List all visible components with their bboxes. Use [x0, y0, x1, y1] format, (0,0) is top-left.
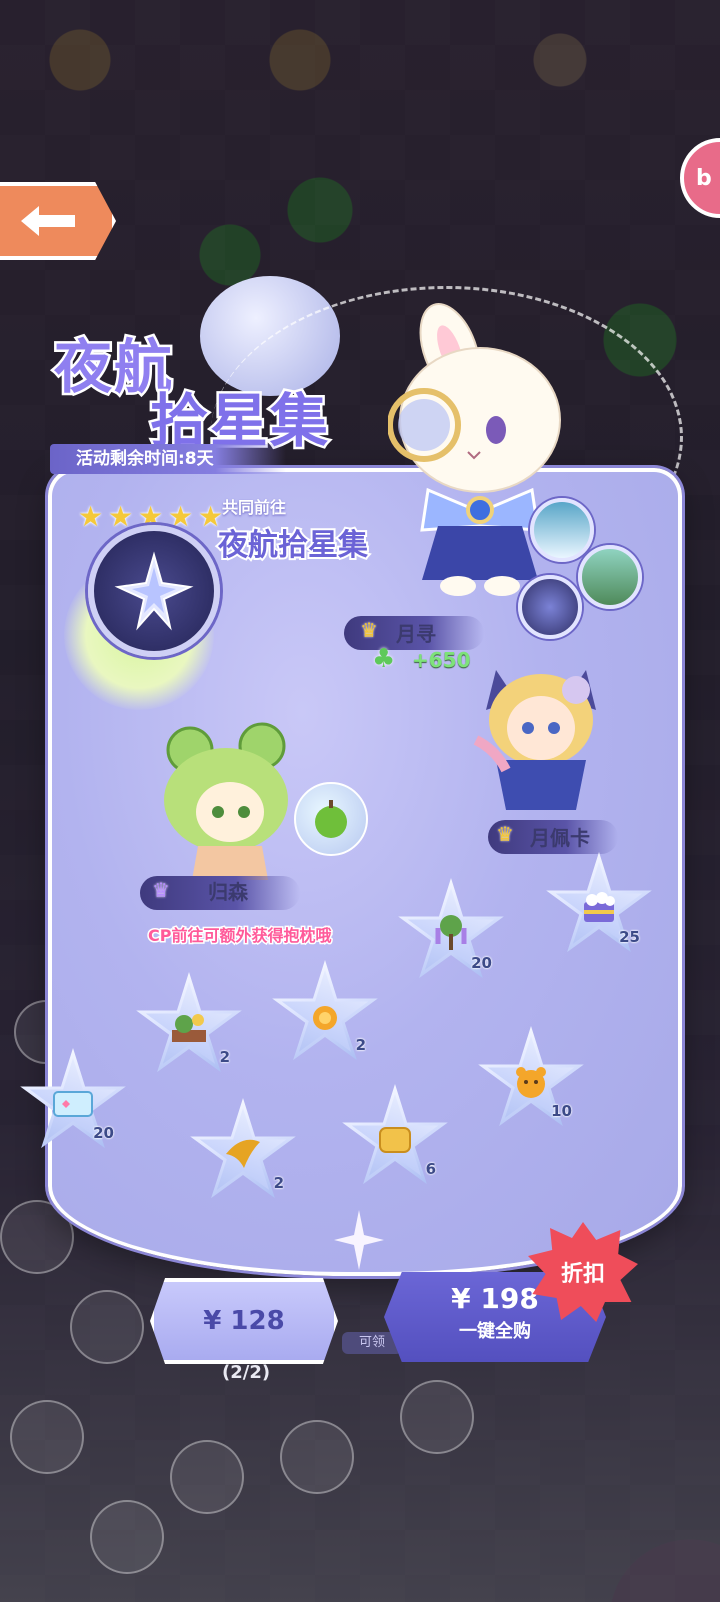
hill-scene-icon[interactable]: [578, 545, 642, 609]
bubble: [70, 1290, 144, 1364]
clover-icon: ♣: [372, 644, 396, 674]
wisteria-tree-icon: [435, 915, 467, 950]
crystal-star-icon: [114, 551, 194, 631]
bubble: [170, 1440, 244, 1514]
crown-icon: ♛: [152, 878, 170, 902]
cp-bonus-note: CP前往可额外获得抱枕哦: [146, 925, 332, 947]
reward-quantity: 2: [219, 1048, 230, 1066]
reward-orange-bear[interactable]: 10: [476, 1026, 586, 1136]
crown-icon: ♛: [360, 618, 378, 642]
green-apple-icon: [315, 800, 347, 838]
single-price: ¥ 128: [203, 1306, 285, 1336]
back-button[interactable]: [0, 182, 116, 260]
crown-icon: ♛: [496, 822, 514, 846]
discount-label: 折扣: [560, 1262, 605, 1287]
golden-bird-icon: [226, 1139, 260, 1168]
star-icon: ★: [108, 500, 134, 533]
bunny-character: [388, 303, 561, 596]
reward-bread-block[interactable]: 6: [340, 1084, 450, 1194]
reward-tree-stall[interactable]: 2: [134, 972, 244, 1082]
buy-single-button[interactable]: ¥ 128: [150, 1278, 338, 1364]
bubble: [280, 1420, 354, 1494]
reward-quantity: 25: [619, 928, 640, 946]
bread-block-icon: [379, 1127, 411, 1153]
guisen-character: [164, 722, 288, 880]
reward-ticket-card[interactable]: 20: [18, 1048, 128, 1158]
reward-cake-box[interactable]: 25: [544, 852, 654, 962]
star-crystal-icon[interactable]: [518, 575, 582, 639]
arrow-left-icon: [21, 206, 75, 236]
apple-bubble[interactable]: [294, 782, 368, 856]
yuepeika-character: [473, 670, 596, 810]
reward-wisteria-tree[interactable]: 20: [396, 878, 506, 988]
cake-box-icon: [584, 892, 615, 922]
buy-all-label: 一键全购: [459, 1321, 531, 1342]
reward-golden-bird[interactable]: 2: [188, 1098, 298, 1208]
reward-quantity: 20: [471, 954, 492, 972]
bubble: [400, 1380, 474, 1454]
star-icon: ★: [168, 500, 194, 533]
gold-ornament-icon: [313, 1006, 337, 1030]
reward-gold-ornament[interactable]: 2: [270, 960, 380, 1070]
event-timer: 活动剩余时间:8天: [50, 444, 286, 474]
bubble: [10, 1400, 84, 1474]
subtitle-small: 共同前往: [222, 498, 287, 517]
subtitle-main: 夜航拾星集: [216, 526, 370, 565]
ticket-card-icon: [53, 1091, 93, 1117]
purchase-progress: (2/2): [222, 1362, 271, 1383]
bubble: [90, 1500, 164, 1574]
reward-quantity: 2: [273, 1174, 284, 1192]
reward-quantity: 20: [93, 1124, 114, 1142]
reward-quantity: 10: [551, 1102, 572, 1120]
orange-bear-icon: [516, 1067, 546, 1098]
character-name-yuexun: 月寻: [396, 622, 436, 646]
reward-quantity: 2: [355, 1036, 366, 1054]
star-medal[interactable]: [88, 525, 220, 657]
mountain-scene-icon[interactable]: [530, 498, 594, 562]
character-name-yuepeika: 月佩卡: [530, 826, 590, 850]
reward-quantity: 6: [425, 1160, 436, 1178]
character-name-guisen: 归森: [208, 880, 248, 904]
compass-star-decoration: [334, 1210, 384, 1270]
tree-stall-icon: [172, 1014, 206, 1042]
star-icon: ★: [78, 500, 104, 533]
